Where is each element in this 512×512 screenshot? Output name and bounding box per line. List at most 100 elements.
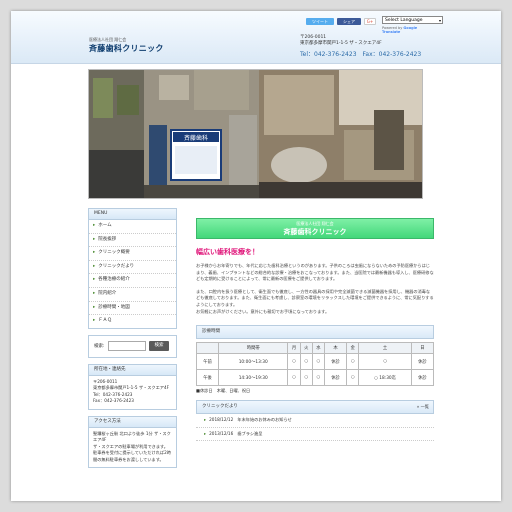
access-line: 聖蹟桜ヶ丘駅 北口より徒歩 1分 ザ・スクエア4F	[93, 430, 171, 443]
hours-cell: ○	[299, 369, 313, 387]
hours-head-cell: 木	[324, 342, 348, 355]
hours-cell: ○ 18:30迄	[358, 369, 412, 387]
news-item-text: 2013/12/16 歯ブラシ進呈	[209, 430, 263, 436]
hours-cell: ○	[287, 353, 301, 371]
hours-cell: 14:30〜19:30	[218, 369, 289, 387]
tweet-label: ツイート	[312, 19, 328, 24]
intro-paragraph: お子様からお年寄りでも、年代に応じた歯科治療というのがあります。子供のころは虫歯…	[196, 263, 434, 282]
clinic-photo-collage: 斉藤歯科	[89, 70, 422, 198]
chevron-down-icon: ▾	[438, 18, 441, 23]
location-text: 〒206-0011 東京都多摩市関戸1-1-5 ザ・スクエア4F Tel：042…	[89, 376, 176, 409]
menu-item-label: 診療時間・地図	[98, 304, 130, 310]
hours-row-morning: 午前 10:00〜13:30 ○ ○ ○ 休診 ○ ○ 休診	[195, 353, 435, 371]
news-more-link[interactable]: » 一覧	[417, 401, 429, 413]
menu-item-label: ＦＡＱ	[98, 318, 112, 324]
hero-image: 斉藤歯科	[88, 69, 423, 199]
header-address: 〒206-0011 東京都多摩市関戸1-1-5 ザ・スクエア4F	[300, 35, 382, 47]
site-header: 医療法人社団 翔仁会 斉藤歯科クリニック ツイート シェア G+ Select …	[11, 11, 501, 64]
banner-title: 斉藤歯科クリニック	[283, 228, 347, 236]
header-address-line: 東京都多摩市関戸1-1-5 ザ・スクエア4F	[300, 41, 382, 46]
menu-item-facility[interactable]: ▸ 院内紹介	[89, 288, 176, 302]
hours-head-cell: 金	[346, 342, 360, 355]
search-label: 検索:	[94, 343, 105, 349]
hours-corner	[195, 342, 220, 355]
hygiene-paragraph: また、口腔内を扱う医療として、衛生面でも徹底し、一方性の器具の採用や完全滅菌でき…	[196, 288, 434, 307]
share-label: シェア	[343, 19, 355, 24]
arrow-right-icon: ▸	[204, 417, 207, 423]
hours-cell: ○	[299, 353, 313, 371]
powered-by: Powered by Google Translate	[382, 26, 427, 34]
lead-heading: 幅広い歯科医療を！	[196, 248, 259, 256]
hours-cell: 休診	[324, 369, 348, 387]
hours-title: 診療時間	[202, 329, 220, 335]
news-title: クリニックだより	[202, 404, 238, 410]
header-inner: 医療法人社団 翔仁会 斉藤歯科クリニック ツイート シェア G+ Select …	[85, 11, 443, 63]
menu-item-home[interactable]: ▸ ホーム	[89, 220, 176, 234]
menu-item-label: 各種治療の紹介	[98, 277, 130, 283]
header-tel-fax: Tel：042-376-2423 Fax：042-376-2423	[300, 51, 422, 58]
search-button[interactable]: 検索	[149, 340, 169, 351]
menu-title: MENU	[89, 209, 176, 220]
menu-box: MENU ▸ ホーム ▸ 院長挨拶 ▸ クリニック概要 ▸ クリニックだより ▸ 各種治療…	[88, 208, 177, 329]
location-fax: Fax：042-376-2423	[93, 398, 134, 404]
sidebar: MENU ▸ ホーム ▸ 院長挨拶 ▸ クリニック概要 ▸ クリニックだより ▸ 各種治療…	[88, 208, 177, 474]
menu-item-label: 院内紹介	[98, 290, 117, 296]
arrow-right-icon: ▸	[93, 250, 96, 256]
hours-cell: ○	[311, 369, 326, 387]
menu-item-label: クリニック概要	[98, 250, 130, 256]
google-plus-button[interactable]: G+	[364, 18, 376, 25]
banner-tagline: 医療法人社団 翔仁会	[296, 221, 334, 226]
menu-item-faq[interactable]: ▸ ＦＡＱ	[89, 315, 176, 328]
main-content: 医療法人社団 翔仁会 斉藤歯科クリニック 幅広い歯科医療を！ お子様からお年寄り…	[195, 218, 435, 442]
hours-cell: ○	[358, 353, 412, 371]
closed-days-note: ■休診日 木曜、日曜、祝日	[196, 388, 251, 394]
hours-section-title: 診療時間	[196, 325, 434, 340]
facebook-share-button[interactable]: シェア	[337, 18, 361, 25]
news-item[interactable]: ▸ 2018/12/12 年末年始のお休みのお知らせ	[196, 414, 434, 428]
hours-header-row: 時間帯 月 火 水 木 金 土 日	[195, 342, 435, 355]
arrow-right-icon: ▸	[93, 263, 96, 269]
arrow-right-icon: ▸	[204, 430, 207, 436]
svg-text:斉藤歯科: 斉藤歯科	[184, 134, 208, 142]
hours-head-cell: 時間帯	[218, 342, 289, 355]
hours-cell: ○	[311, 353, 326, 371]
search-input[interactable]	[108, 340, 146, 351]
access-line: 駐車券を受付に提示していただければ2時間の無料駐車券をお渡ししています。	[93, 450, 171, 462]
menu-item-news[interactable]: ▸ クリニックだより	[89, 261, 176, 275]
hours-cell: 休診	[324, 353, 348, 371]
site-title[interactable]: 斉藤歯科クリニック	[89, 43, 164, 54]
hours-cell: 休診	[410, 353, 435, 371]
arrow-right-icon: ▸	[93, 223, 96, 228]
hours-cell: 10:00〜13:30	[218, 353, 289, 371]
page-frame: 医療法人社団 翔仁会 斉藤歯科クリニック ツイート シェア G+ Select …	[11, 11, 501, 501]
hours-row-afternoon: 午後 14:30〜19:30 ○ ○ ○ 休診 ○ ○ 18:30迄 休診	[195, 369, 435, 387]
arrow-right-icon: ▸	[93, 277, 96, 283]
access-title: アクセス方法	[89, 416, 176, 428]
tweet-button[interactable]: ツイート	[306, 18, 334, 25]
menu-item-label: 院長挨拶	[98, 236, 117, 242]
news-item[interactable]: ▸ 2013/12/16 歯ブラシ進呈	[196, 428, 434, 442]
language-select[interactable]: Select Language ▾	[382, 16, 443, 24]
hours-cell: ○	[346, 369, 360, 387]
hours-head-cell: 日	[410, 342, 435, 355]
arrow-right-icon: ▸	[93, 304, 96, 310]
clinic-banner: 医療法人社団 翔仁会 斉藤歯科クリニック	[196, 218, 434, 239]
menu-item-treatments[interactable]: ▸ 各種治療の紹介	[89, 274, 176, 288]
access-text: 聖蹟桜ヶ丘駅 北口より徒歩 1分 ザ・スクエア4F ザ・スクエアの駐車場が利用で…	[89, 428, 176, 468]
arrow-right-icon: ▸	[93, 290, 96, 296]
hours-head-cell: 火	[299, 342, 313, 355]
menu-item-greeting[interactable]: ▸ 院長挨拶	[89, 234, 176, 248]
location-title: 所在地・連絡先	[89, 364, 176, 376]
search-box: 検索: 検索	[88, 334, 177, 358]
language-selected: Select Language	[385, 18, 423, 23]
hours-table: 時間帯 月 火 水 木 金 土 日 午前 10:00〜13:30 ○ ○ ○ 休…	[195, 342, 435, 387]
arrow-right-icon: ▸	[93, 318, 96, 324]
menu-item-overview[interactable]: ▸ クリニック概要	[89, 247, 176, 261]
arrow-right-icon: ▸	[93, 236, 96, 242]
gplus-label: G+	[366, 19, 374, 24]
menu-item-hours-map[interactable]: ▸ 診療時間・地図	[89, 302, 176, 316]
news-section-title: クリニックだより » 一覧	[196, 400, 434, 415]
access-box: アクセス方法 聖蹟桜ヶ丘駅 北口より徒歩 1分 ザ・スクエア4F ザ・スクエアの…	[88, 415, 177, 469]
hours-cell: 休診	[410, 369, 435, 387]
hours-head-cell: 月	[287, 342, 301, 355]
